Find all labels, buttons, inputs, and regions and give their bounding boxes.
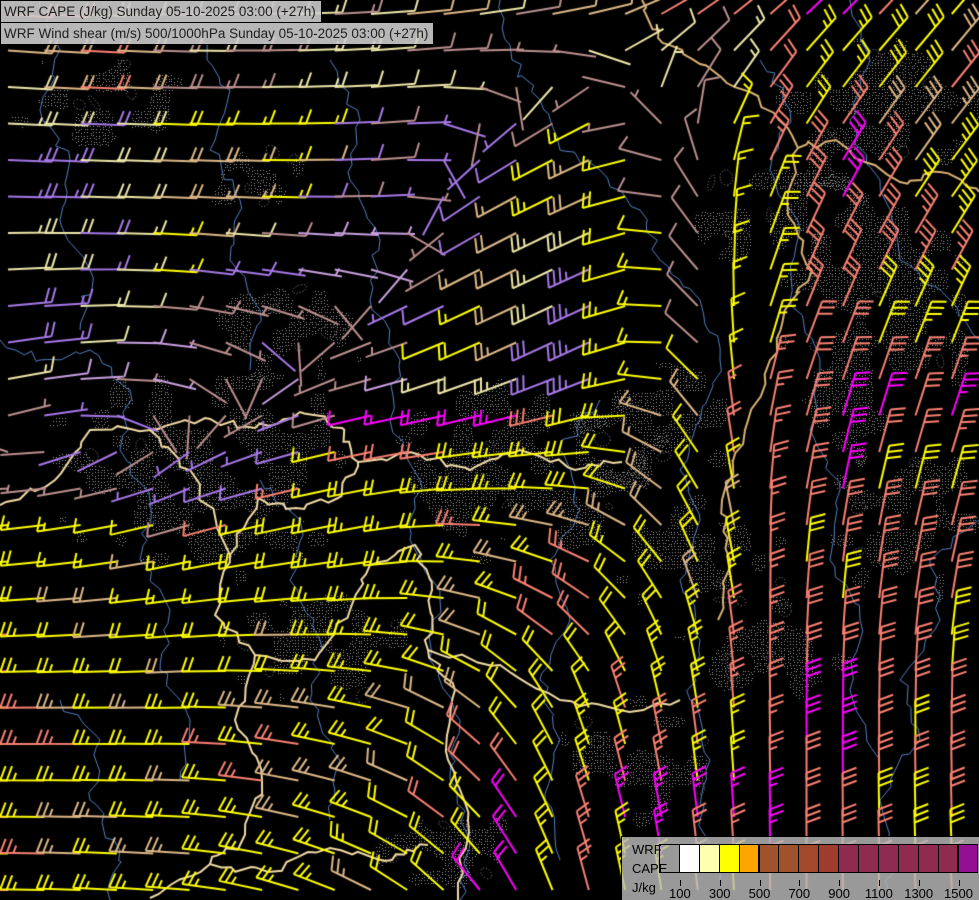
- legend-tick-label: 1300: [904, 886, 934, 900]
- legend-tick-label: 700: [788, 886, 811, 900]
- legend-cell: [778, 844, 800, 873]
- legend-cell: [897, 844, 919, 873]
- legend-cell: [718, 844, 740, 873]
- legend-cell: [838, 844, 859, 873]
- legend-label-unit: J/kg: [632, 880, 656, 895]
- weather-map-canvas: [0, 0, 979, 900]
- legend-cell: [659, 844, 680, 873]
- title-bar: WRF CAPE (J/kg) Sunday 05-10-2025 03:00 …: [0, 0, 435, 45]
- title-line-cape: WRF CAPE (J/kg) Sunday 05-10-2025 03:00 …: [0, 0, 322, 23]
- legend-tick-label: 1500: [944, 886, 973, 900]
- legend-tick-label: 500: [748, 886, 771, 900]
- legend-cell: [858, 844, 879, 873]
- legend-cell: [758, 844, 780, 873]
- legend-tick-label: 300: [708, 886, 731, 900]
- legend-tick-label: 1100: [864, 886, 893, 900]
- legend-cell: [917, 844, 939, 873]
- legend-cell: [818, 844, 840, 873]
- legend-tick-label: 100: [669, 886, 691, 900]
- title-line-wind-shear: WRF Wind shear (m/s) 500/1000hPa Sunday …: [0, 22, 435, 45]
- legend-cell: [698, 844, 720, 873]
- legend-cell: [798, 844, 820, 873]
- legend-cell: [937, 844, 959, 873]
- cape-legend-panel: WRF CAPE J/kg 100 300 500 700 900 1100 1300 150…: [621, 836, 979, 900]
- legend-cell: [678, 844, 700, 873]
- legend-cell: [738, 844, 760, 873]
- legend-cell: [957, 844, 979, 873]
- weather-map-stage: WRF CAPE (J/kg) Sunday 05-10-2025 03:00 …: [0, 0, 979, 900]
- legend-cell: [877, 844, 899, 873]
- legend-tick-label: 900: [828, 886, 850, 900]
